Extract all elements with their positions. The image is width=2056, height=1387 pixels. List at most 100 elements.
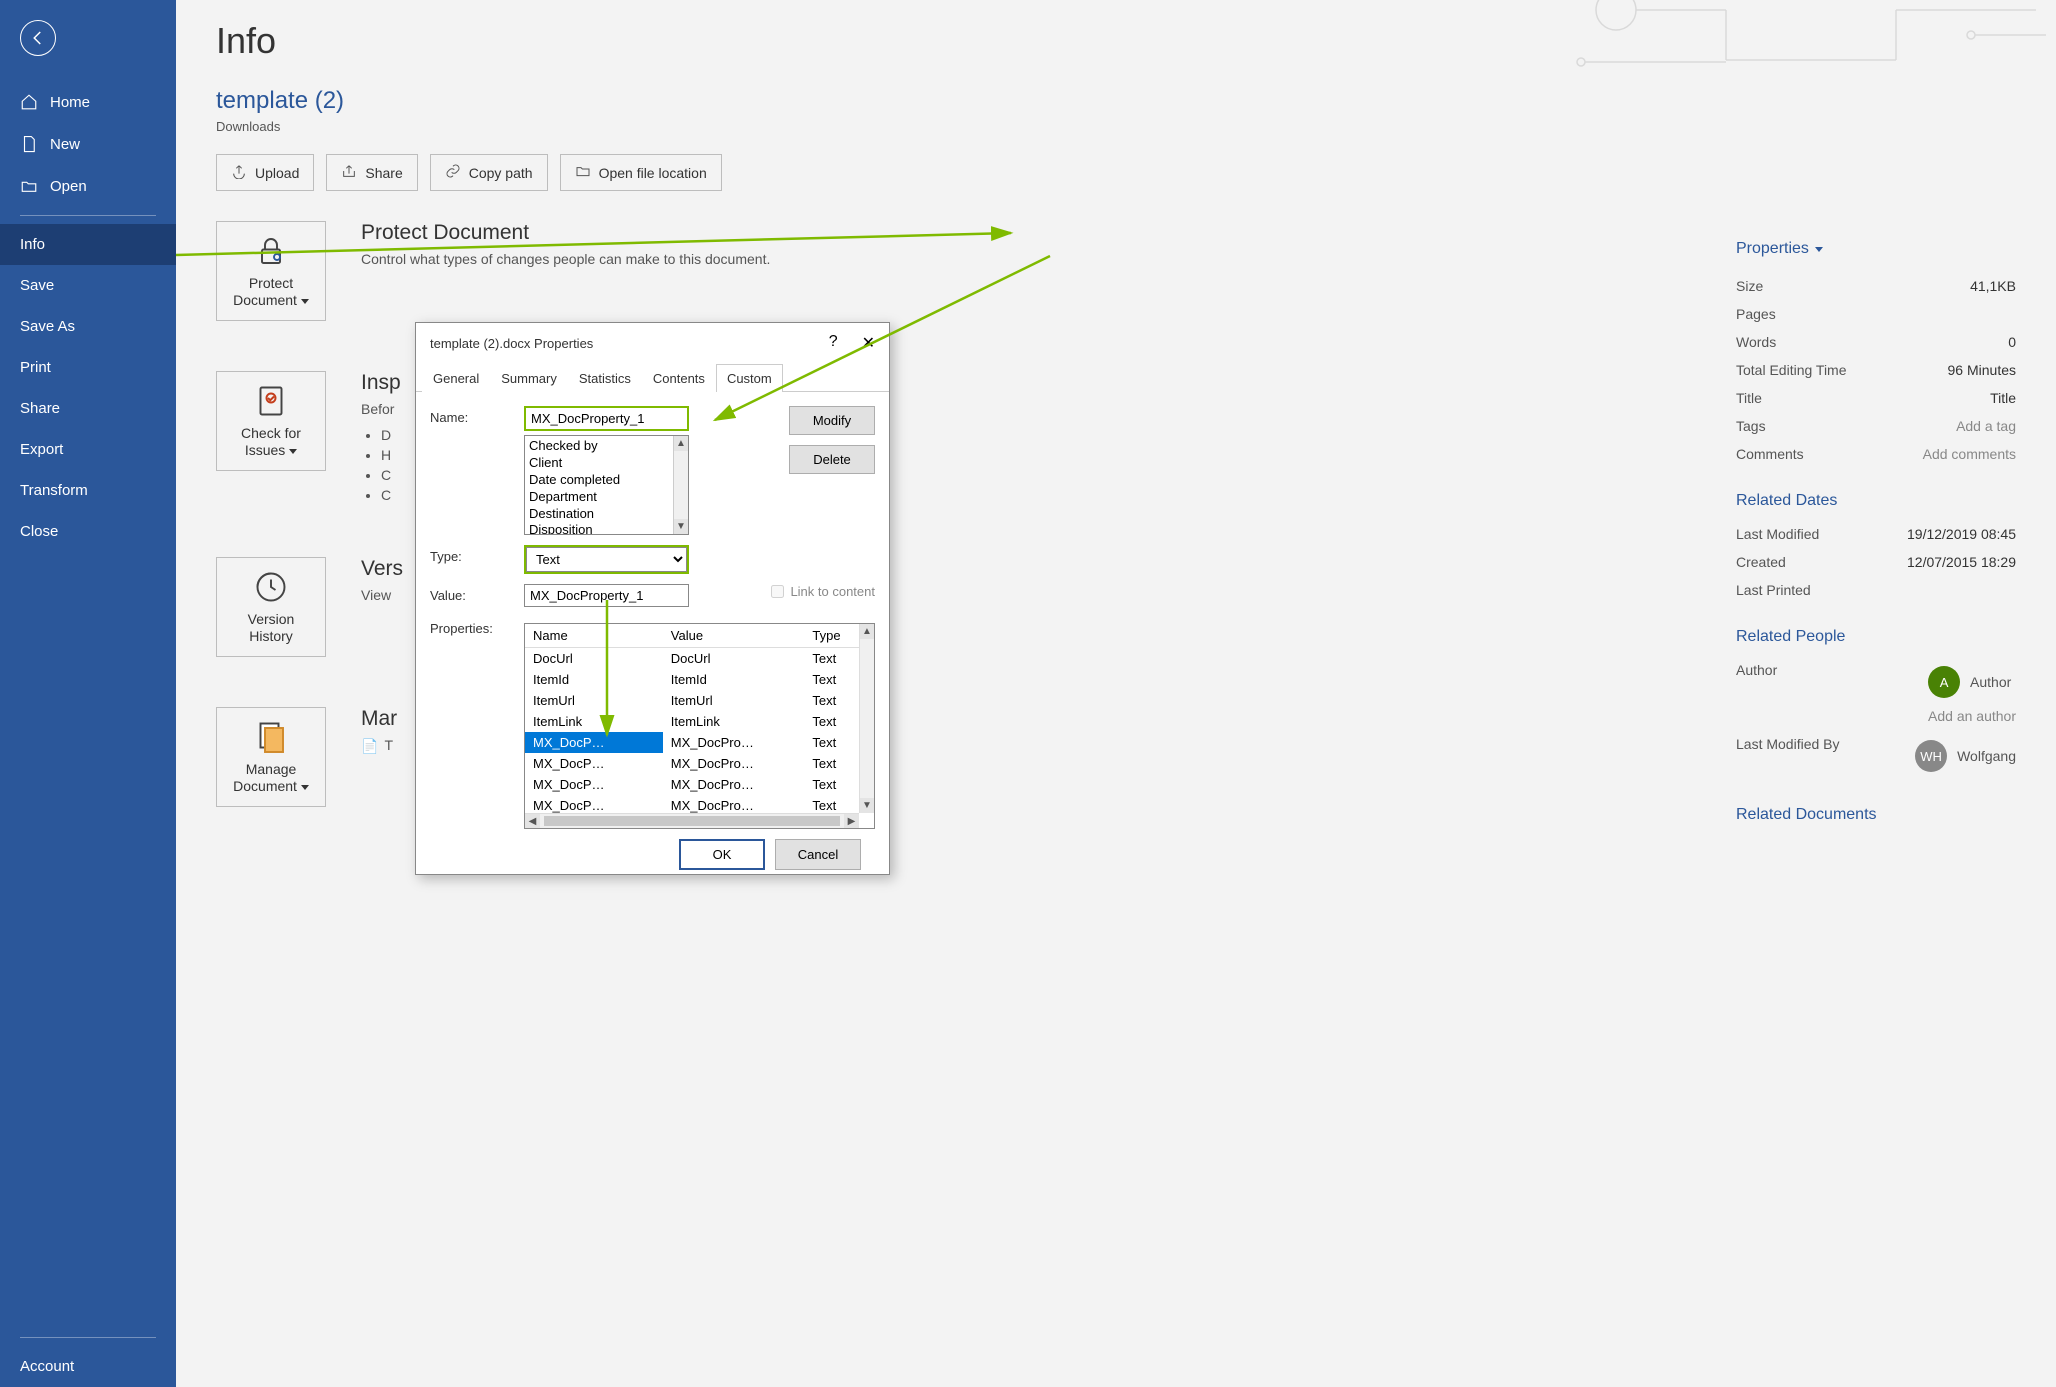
folder-open-icon [20,177,38,195]
scroll-right-icon[interactable]: ▶ [844,814,859,828]
name-input[interactable] [524,406,689,431]
list-item[interactable]: Destination [529,506,669,523]
check-for-issues-tile[interactable]: Check for Issues [216,371,326,471]
action-row: Upload Share Copy path Open file locatio… [216,154,2016,191]
list-item[interactable]: Disposition [529,522,669,535]
section-description: Befor [361,401,401,417]
scrollbar[interactable]: ▲ ▼ [673,436,688,534]
section-description: 📄T [361,737,397,755]
type-label: Type: [430,545,512,564]
list-item[interactable]: Date completed [529,472,669,489]
sidebar-item-save[interactable]: Save [0,265,176,306]
scroll-down-icon[interactable]: ▼ [674,519,688,534]
upload-button[interactable]: Upload [216,154,314,191]
version-history-tile[interactable]: Version History [216,557,326,657]
scroll-thumb[interactable] [544,816,840,826]
button-label: Upload [255,165,299,181]
sidebar-item-save-as[interactable]: Save As [0,306,176,347]
list-item: C [381,467,401,483]
sidebar-item-print[interactable]: Print [0,347,176,388]
tab-statistics[interactable]: Statistics [568,364,642,392]
manage-document-tile[interactable]: Manage Document [216,707,326,807]
sidebar-item-home[interactable]: Home [0,81,176,123]
sidebar-item-new[interactable]: New [0,123,176,165]
sidebar-item-export[interactable]: Export [0,429,176,470]
cancel-button[interactable]: Cancel [775,839,861,870]
value-input[interactable] [524,584,689,607]
chevron-down-icon [301,299,309,304]
col-name[interactable]: Name [525,624,663,648]
sidebar-label: Save [20,277,54,294]
sidebar-label: Close [20,523,58,540]
prop-tags[interactable]: TagsAdd a tag [1736,412,2016,440]
list-item[interactable]: Checked by [529,438,669,455]
tab-general[interactable]: General [422,364,490,392]
back-button[interactable] [20,20,56,56]
link-icon [445,163,461,182]
share-button[interactable]: Share [326,154,417,191]
add-author[interactable]: Add an author [1928,708,2016,724]
sidebar-label: Account [20,1358,74,1375]
upload-icon [231,163,247,182]
sidebar-item-account[interactable]: Account [0,1346,176,1387]
button-label: Copy path [469,165,533,181]
section-description: Control what types of changes people can… [361,251,770,267]
prop-comments[interactable]: CommentsAdd comments [1736,440,2016,468]
copy-path-button[interactable]: Copy path [430,154,548,191]
folder-icon [575,163,591,182]
document-icon [20,135,38,153]
properties-label: Properties: [430,617,512,636]
type-select[interactable]: Text [526,547,687,572]
inspect-icon [253,383,289,419]
chevron-down-icon [289,449,297,454]
table-row[interactable]: DocUrlDocUrlText [525,648,874,670]
table-row[interactable]: ItemLinkItemLinkText [525,711,874,732]
history-icon [253,569,289,605]
table-row[interactable]: ItemIdItemIdText [525,669,874,690]
horizontal-scrollbar[interactable]: ◀ ▶ [525,813,859,828]
table-row[interactable]: MX_DocP…MX_DocPro…Text [525,753,874,774]
related-dates-header: Related Dates [1736,492,2016,510]
help-icon[interactable]: ? [829,333,838,353]
prop-editing-time: Total Editing Time96 Minutes [1736,356,2016,384]
sidebar-item-open[interactable]: Open [0,165,176,207]
name-suggestions-list[interactable]: Checked byClientDate completedDepartment… [524,435,689,535]
tab-custom[interactable]: Custom [716,364,783,392]
scroll-down-icon[interactable]: ▼ [860,798,874,813]
properties-table[interactable]: Name Value Type DocUrlDocUrlTextItemIdIt… [524,623,875,829]
tile-label: Protect Document [225,275,317,309]
tab-contents[interactable]: Contents [642,364,716,392]
sidebar-item-transform[interactable]: Transform [0,470,176,511]
col-value[interactable]: Value [663,624,805,648]
table-row[interactable]: ItemUrlItemUrlText [525,690,874,711]
close-icon[interactable]: ✕ [862,333,875,353]
modify-button[interactable]: Modify [789,406,875,435]
properties-header[interactable]: Properties [1736,240,2016,258]
open-file-location-button[interactable]: Open file location [560,154,722,191]
tile-label: Version History [225,611,317,645]
prop-pages: Pages [1736,300,2016,328]
ok-button[interactable]: OK [679,839,765,870]
properties-panel: Properties Size41,1KB Pages Words0 Total… [1736,240,2016,834]
divider [20,215,156,216]
sidebar-item-info[interactable]: Info [0,224,176,265]
list-item[interactable]: Client [529,455,669,472]
sidebar-item-share[interactable]: Share [0,388,176,429]
prop-created: Created12/07/2015 18:29 [1736,548,2016,576]
vertical-scrollbar[interactable]: ▲ ▼ [859,624,874,813]
table-row[interactable]: MX_DocP…MX_DocPro…Text [525,774,874,795]
list-item[interactable]: Department [529,489,669,506]
link-to-content-checkbox[interactable]: Link to content [771,584,875,599]
table-row[interactable]: MX_DocP…MX_DocPro…Text [525,732,874,753]
related-people-header: Related People [1736,628,2016,646]
checkbox[interactable] [771,585,784,598]
tab-summary[interactable]: Summary [490,364,568,392]
protect-document-tile[interactable]: Protect Document [216,221,326,321]
prop-title[interactable]: TitleTitle [1736,384,2016,412]
scroll-up-icon[interactable]: ▲ [674,436,688,451]
scroll-up-icon[interactable]: ▲ [860,624,874,639]
scroll-left-icon[interactable]: ◀ [525,814,540,828]
delete-button[interactable]: Delete [789,445,875,474]
circuit-decoration [1576,0,2056,80]
sidebar-item-close[interactable]: Close [0,511,176,552]
